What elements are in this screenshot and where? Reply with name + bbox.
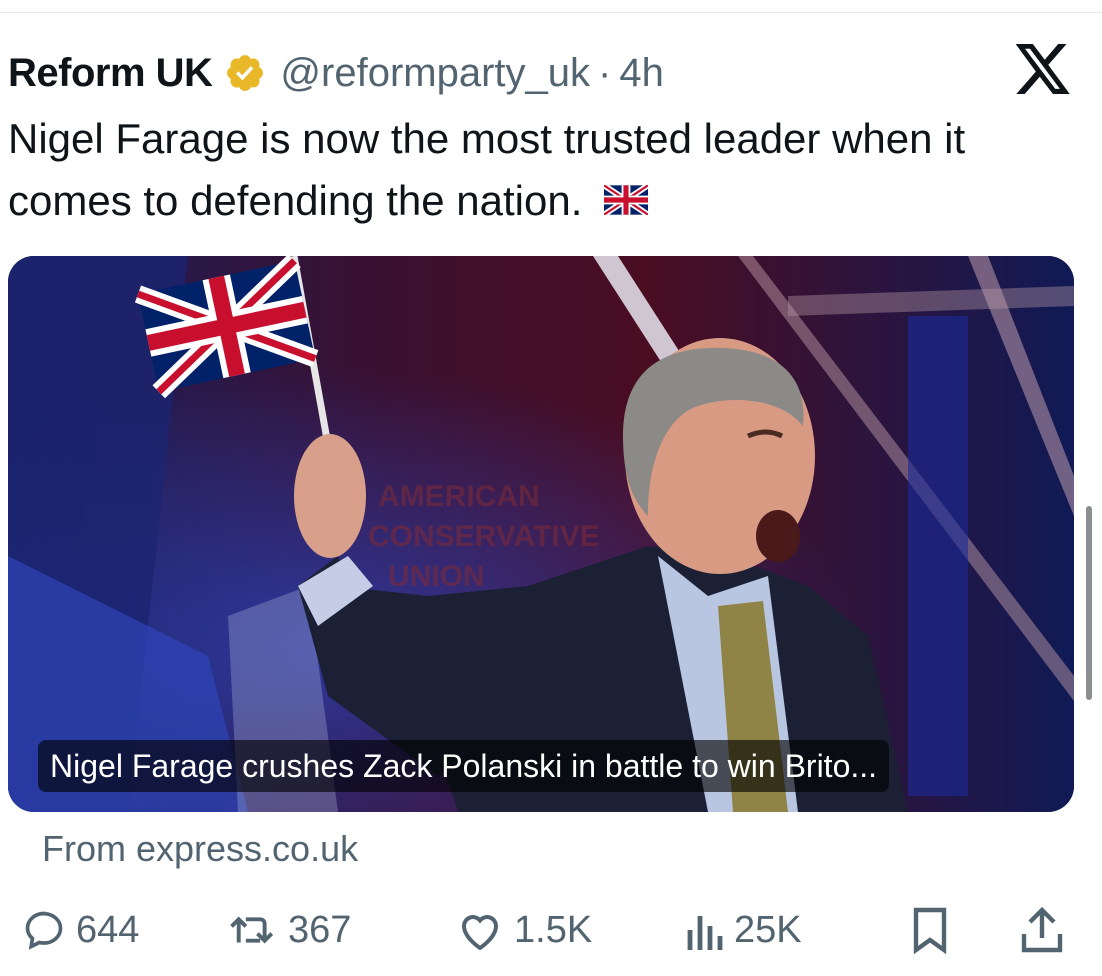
repost-button[interactable]: 367: [228, 898, 351, 962]
post-text: Nigel Farage is now the most trusted lea…: [8, 115, 966, 224]
views-count: 25K: [734, 908, 802, 951]
article-photo: AMERICAN CONSERVATIVE UNION: [8, 256, 1074, 812]
reply-count: 644: [76, 908, 140, 951]
x-logo-icon: [1016, 44, 1070, 94]
post-text-block: Nigel Farage is now the most trusted lea…: [8, 108, 1088, 232]
bookmark-icon: [913, 907, 947, 954]
user-handle[interactable]: @reformparty_uk: [280, 51, 590, 96]
link-card-image[interactable]: AMERICAN CONSERVATIVE UNION Nigel Farage…: [8, 256, 1074, 812]
like-count: 1.5K: [514, 908, 593, 951]
link-card-caption[interactable]: Nigel Farage crushes Zack Polanski in ba…: [38, 740, 890, 792]
scrollbar[interactable]: [1086, 506, 1092, 700]
verified-badge-icon[interactable]: [224, 52, 266, 94]
repost-count: 367: [288, 908, 352, 951]
svg-text:AMERICAN: AMERICAN: [378, 480, 540, 513]
display-name[interactable]: Reform UK: [8, 51, 213, 96]
views-bar-chart-icon: [687, 916, 723, 950]
post-header: Reform UK @reformparty_uk · 4h: [8, 46, 664, 100]
like-button[interactable]: 1.5K: [456, 898, 592, 962]
action-bar: 644 367 1.5K 25K: [0, 898, 1102, 962]
svg-text:UNION: UNION: [388, 560, 485, 593]
repost-icon: [230, 916, 274, 944]
svg-text:CONSERVATIVE: CONSERVATIVE: [368, 520, 600, 553]
share-button[interactable]: [1020, 898, 1064, 962]
separator-dot: ·: [598, 50, 612, 95]
union-jack-flag-emoji: [604, 184, 649, 215]
share-icon: [1021, 906, 1063, 953]
top-divider: [0, 12, 1102, 13]
bookmark-button[interactable]: [908, 898, 952, 962]
reply-icon: [25, 911, 63, 950]
views-button[interactable]: 25K: [684, 898, 802, 962]
heart-icon: [461, 915, 499, 951]
reply-button[interactable]: 644: [22, 898, 139, 962]
link-source[interactable]: From express.co.uk: [42, 828, 358, 870]
post-timestamp[interactable]: 4h: [619, 51, 664, 96]
